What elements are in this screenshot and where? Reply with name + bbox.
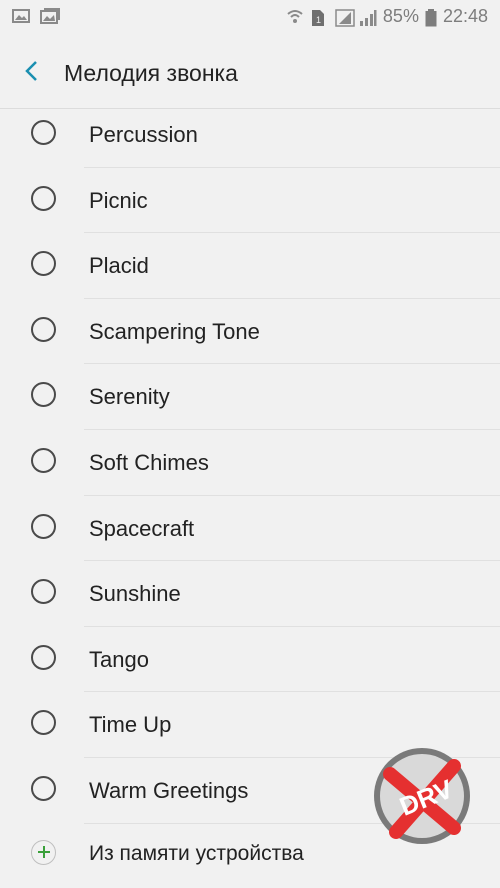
radio-button[interactable] — [31, 775, 56, 801]
status-right: 1 85% 22:48 — [287, 6, 488, 27]
radio-button[interactable] — [31, 251, 56, 277]
signal-icon — [335, 8, 355, 27]
sim-icon: 1 — [311, 9, 329, 26]
radio-button[interactable] — [31, 120, 56, 145]
ringtone-label: Percussion — [89, 122, 198, 147]
ringtone-item[interactable]: Scampering Tone — [0, 299, 500, 365]
ringtone-label: Scampering Tone — [89, 318, 260, 344]
image-icon — [12, 8, 30, 24]
ringtone-item[interactable]: Sunshine — [0, 561, 500, 627]
ringtone-item[interactable]: Tango — [0, 627, 500, 693]
ringtone-label: Serenity — [89, 384, 170, 410]
ringtone-label: Tango — [89, 646, 149, 672]
watermark-logo: DRV — [370, 744, 474, 848]
radio-button[interactable] — [31, 185, 56, 211]
wifi-calling-icon — [287, 9, 305, 25]
back-button[interactable] — [14, 56, 48, 90]
signal-bars-icon — [359, 9, 377, 26]
ringtone-label: Sunshine — [89, 581, 181, 607]
ringtone-item[interactable]: Placid — [0, 233, 500, 299]
status-bar: 1 85% 22:48 — [0, 0, 500, 36]
battery-percent: 85% — [382, 6, 419, 26]
ringtone-label: Warm Greetings — [89, 777, 249, 803]
battery-icon — [425, 8, 437, 26]
chevron-left-icon — [24, 60, 38, 87]
ringtone-label: Picnic — [89, 187, 148, 213]
status-left-icons — [12, 8, 60, 24]
ringtone-label: Time Up — [89, 712, 172, 738]
clock: 22:48 — [442, 6, 488, 26]
ringtone-item[interactable]: Picnic — [0, 168, 500, 234]
page-title: Мелодия звонка — [64, 60, 238, 86]
app-header: Мелодия звонка — [0, 36, 500, 109]
ringtone-item[interactable]: Spacecraft — [0, 496, 500, 562]
ringtone-label: Soft Chimes — [89, 449, 209, 475]
ringtone-label: Placid — [89, 253, 149, 279]
radio-button[interactable] — [31, 579, 56, 605]
ringtone-item[interactable]: Percussion — [0, 102, 500, 168]
ringtone-label: Spacecraft — [89, 515, 195, 541]
radio-button[interactable] — [31, 513, 56, 539]
ringtone-item[interactable]: Soft Chimes — [0, 430, 500, 496]
add-from-device-label: Из памяти устройства — [89, 841, 304, 865]
plus-icon — [31, 839, 56, 865]
radio-button[interactable] — [31, 316, 56, 342]
ringtone-item[interactable]: Serenity — [0, 364, 500, 430]
radio-button[interactable] — [31, 382, 56, 408]
svg-text:1: 1 — [316, 15, 321, 25]
radio-button[interactable] — [31, 447, 56, 473]
radio-button[interactable] — [31, 710, 56, 736]
gallery-icon — [40, 8, 60, 24]
radio-button[interactable] — [31, 644, 56, 670]
